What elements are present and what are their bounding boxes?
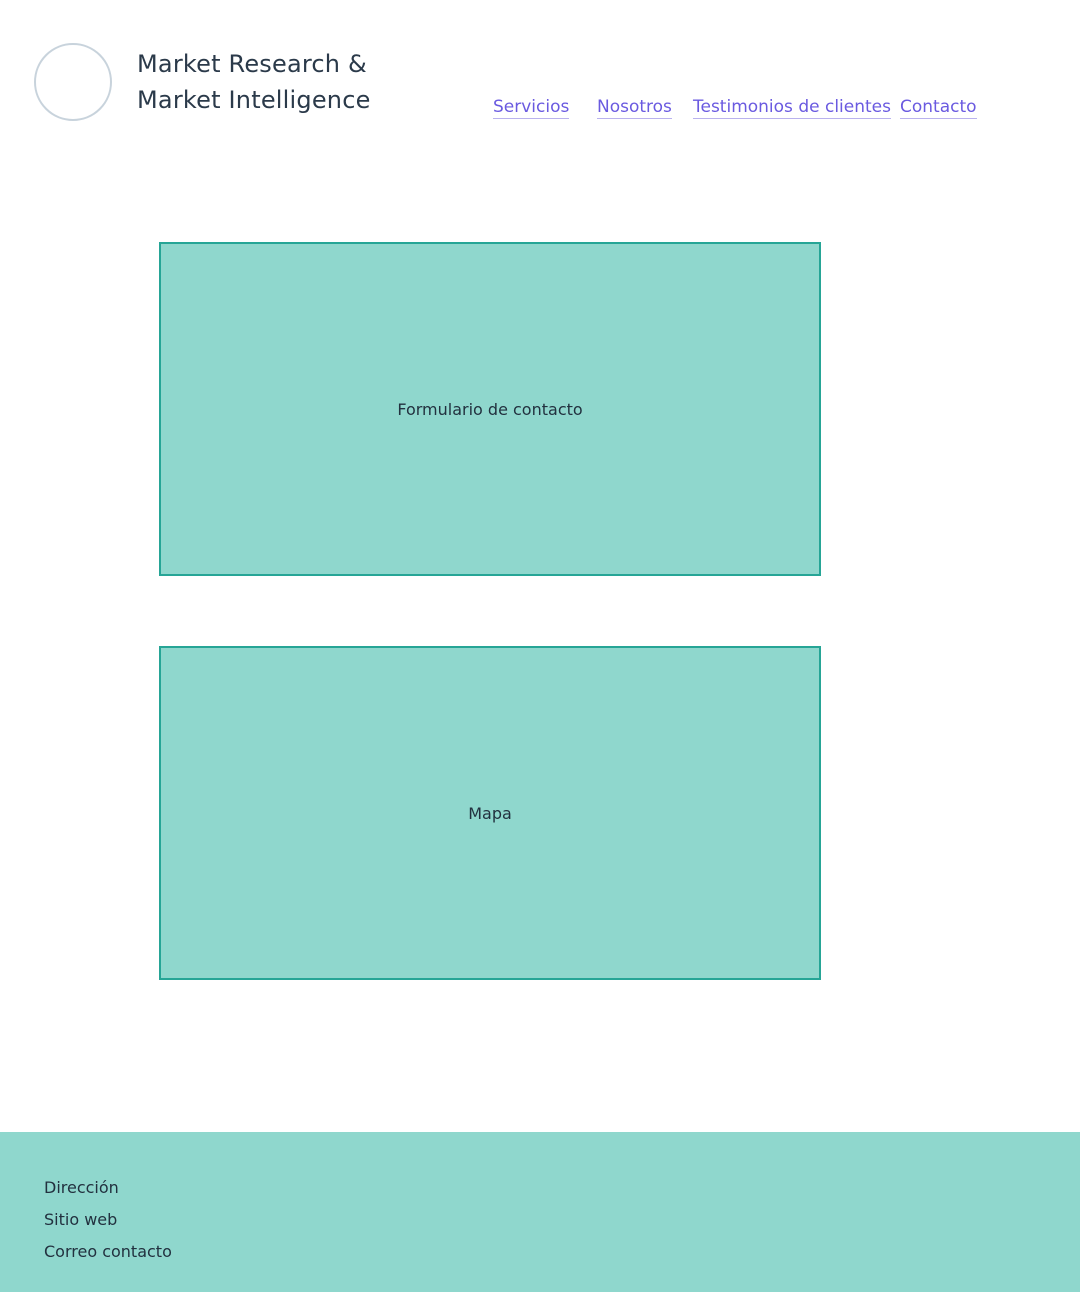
nav-link-servicios[interactable]: Servicios: [493, 96, 570, 119]
map-label: Mapa: [468, 803, 512, 823]
brand-title: Market Research & Market Intelligence: [137, 46, 371, 118]
footer-item-sitio-web: Sitio web: [44, 1210, 118, 1229]
site-footer: Dirección Sitio web Correo contacto: [0, 1132, 1080, 1292]
nav-link-nosotros[interactable]: Nosotros: [597, 96, 672, 119]
footer-item-direccion: Dirección: [44, 1178, 119, 1197]
map-placeholder[interactable]: Mapa: [159, 646, 821, 980]
contact-form-placeholder[interactable]: Formulario de contacto: [159, 242, 821, 576]
contact-form-label: Formulario de contacto: [397, 399, 583, 419]
nav-link-contacto[interactable]: Contacto: [900, 96, 977, 119]
footer-info-list: Dirección Sitio web Correo contacto: [44, 1172, 172, 1268]
footer-item-correo: Correo contacto: [44, 1242, 172, 1261]
brand-line-2: Market Intelligence: [137, 86, 371, 114]
logo-icon[interactable]: [34, 43, 112, 121]
brand-line-1: Market Research &: [137, 50, 367, 78]
nav-link-testimonios[interactable]: Testimonios de clientes: [693, 96, 891, 119]
